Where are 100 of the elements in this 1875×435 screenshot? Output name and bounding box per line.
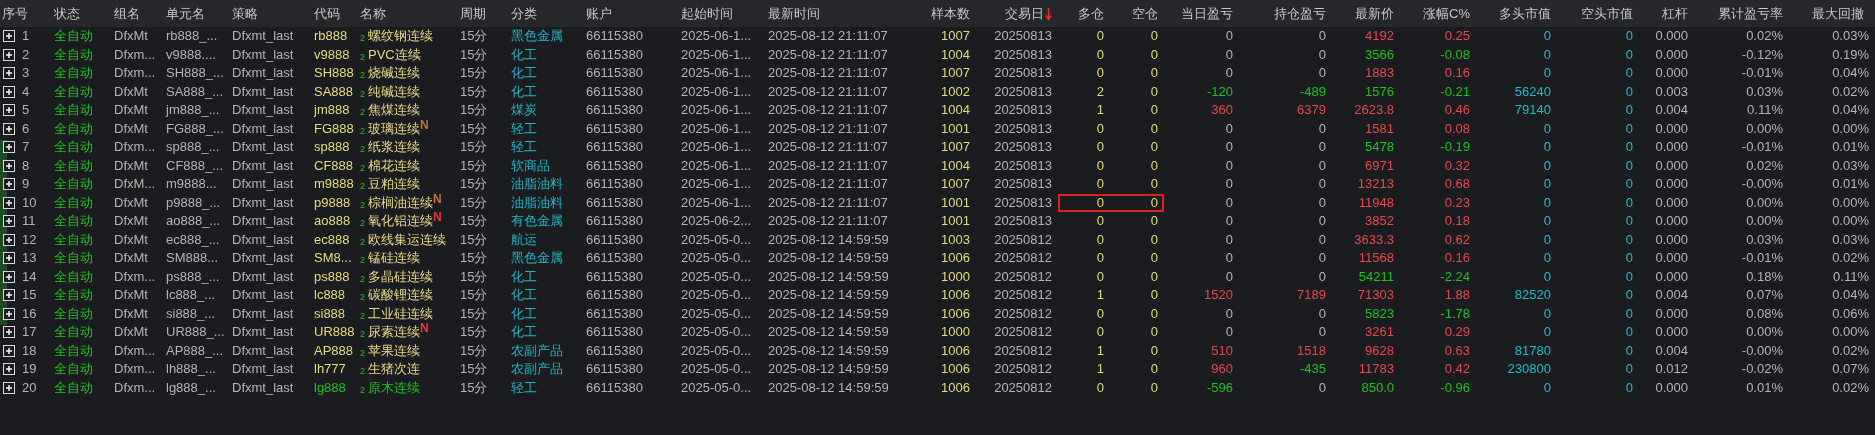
table-cell-text: DfxMt	[113, 230, 149, 249]
table-cell-text: 0.19%	[1831, 45, 1869, 64]
table-cell-text: 0	[1624, 156, 1634, 175]
plus-box-icon[interactable]	[3, 122, 15, 135]
plus-box-icon[interactable]	[3, 85, 15, 98]
column-header[interactable]: 序号	[2, 0, 28, 27]
table-cell-text: 0	[1624, 341, 1634, 360]
plus-box-icon[interactable]	[3, 289, 15, 302]
column-header[interactable]: 杠杆	[1662, 0, 1688, 27]
table-cell-text: 0	[1095, 230, 1105, 249]
column-header[interactable]: 代码	[314, 0, 340, 27]
plus-box-icon[interactable]	[3, 48, 15, 61]
table-cell-text: Dfxm...	[113, 267, 157, 286]
table-cell-text: 20250813	[993, 64, 1053, 82]
column-header[interactable]: 状态	[54, 0, 80, 27]
plus-box-icon[interactable]	[3, 381, 15, 394]
table-cell-text: 6971	[1364, 156, 1395, 175]
table-cell-text: 0	[1624, 212, 1634, 230]
column-header[interactable]: 名称	[360, 0, 386, 27]
table-cell-text: 2025-08-12 14:59:59	[767, 378, 890, 397]
column-header[interactable]: 起始时间	[681, 0, 733, 27]
plus-box-icon[interactable]	[3, 233, 15, 246]
table-cell-text: 0	[1624, 101, 1634, 119]
table-cell-text: ps888_...	[165, 267, 221, 286]
column-header[interactable]: 交易日	[1005, 0, 1044, 27]
table-cell: 原木连续	[368, 378, 420, 397]
table-cell: PVC连续	[368, 45, 421, 64]
plus-box-icon[interactable]	[3, 307, 15, 320]
table-cell-text: Dfxmt_last	[231, 230, 295, 249]
table-cell-text: 0	[1624, 138, 1634, 156]
table-cell-text: -0.01%	[1740, 64, 1784, 82]
column-header[interactable]: 最大回撤	[1812, 0, 1864, 27]
column-header[interactable]: 最新价	[1355, 0, 1394, 27]
table-cell-text: 烧碱连续	[368, 64, 420, 82]
column-header[interactable]: 分类	[511, 0, 537, 27]
table-cell-text: 13	[22, 249, 37, 267]
subscript-tag: 2	[360, 34, 365, 44]
table-cell-text: Dfxmt_last	[231, 27, 295, 45]
table-cell-text: 2025-06-1...	[680, 193, 753, 212]
table-cell-text: DfxMt	[113, 119, 149, 138]
column-header[interactable]: 周期	[460, 0, 486, 27]
table-cell-text: 0	[1149, 360, 1159, 378]
plus-box-icon[interactable]	[3, 159, 15, 172]
table-cell-text: 15分	[459, 45, 489, 64]
column-header[interactable]: 空仓	[1132, 0, 1158, 27]
table-cell-text: Dfxm...	[113, 378, 157, 397]
plus-box-icon[interactable]	[3, 344, 15, 357]
table-cell-text: 0.000	[1654, 323, 1689, 341]
plus-box-icon[interactable]	[3, 141, 15, 154]
column-header[interactable]: 策略	[232, 0, 258, 27]
table-cell-text: 81780	[1513, 341, 1552, 360]
plus-box-icon[interactable]	[3, 30, 15, 43]
column-header[interactable]: 最新时间	[768, 0, 820, 27]
table-cell-text: 11783	[1357, 360, 1395, 378]
flag-marker: N	[420, 119, 429, 131]
table-cell-text: SM8...	[313, 249, 353, 267]
table-cell-text: 0	[1542, 138, 1552, 156]
table-cell-text: 0	[1317, 27, 1327, 45]
column-header[interactable]: 多仓	[1078, 0, 1104, 27]
column-header[interactable]: 当日盈亏	[1181, 0, 1233, 27]
table-cell-text: 230800	[1506, 360, 1552, 378]
table-cell-text: 360	[1210, 101, 1234, 119]
table-cell-text: 0.00%	[1831, 323, 1869, 341]
table-cell-text: 0	[1317, 267, 1327, 286]
table-cell-text: 0.07%	[1745, 286, 1784, 304]
table-cell-text: 0.00%	[1831, 212, 1869, 230]
plus-box-icon[interactable]	[3, 104, 15, 117]
table-cell-text: 66115380	[585, 212, 644, 230]
table-cell-text: 0	[1224, 323, 1234, 341]
table-cell-text: 1006	[940, 360, 971, 378]
table-cell-text: 1001	[940, 212, 971, 230]
table-cell-text: 1883	[1364, 64, 1395, 82]
plus-box-icon[interactable]	[3, 67, 15, 80]
plus-box-icon[interactable]	[3, 326, 15, 339]
table-cell: 棕榈油连续	[368, 193, 433, 212]
column-header[interactable]: 累计盈亏率	[1718, 0, 1783, 27]
table-cell-text: 化工	[510, 45, 538, 64]
table-cell: 欧线集运连续	[368, 230, 446, 249]
plus-box-icon[interactable]	[3, 196, 15, 209]
plus-box-icon[interactable]	[3, 363, 15, 376]
column-header[interactable]: 样本数	[931, 0, 970, 27]
column-header[interactable]: 涨幅C%	[1423, 0, 1470, 27]
plus-box-icon[interactable]	[3, 215, 15, 228]
table-cell-text: 0	[1624, 304, 1634, 323]
column-header[interactable]: 空头市值	[1581, 0, 1633, 27]
table-cell-text: 0	[1317, 378, 1327, 397]
column-header[interactable]: 组名	[114, 0, 140, 27]
plus-box-icon[interactable]	[3, 270, 15, 283]
plus-box-icon[interactable]	[3, 178, 15, 191]
column-header[interactable]: 单元名	[166, 0, 205, 27]
table-cell-text: 0	[1095, 27, 1105, 45]
table-cell-text: p9888	[313, 193, 352, 212]
table-cell-text: Dfxm...	[113, 64, 157, 82]
plus-box-icon[interactable]	[3, 252, 15, 265]
column-header[interactable]: 多头市值	[1499, 0, 1551, 27]
table-cell-text: 0	[1542, 119, 1552, 138]
table-cell-text: 0.03%	[1745, 82, 1784, 101]
table-cell-text: SM888...	[165, 249, 220, 267]
column-header[interactable]: 持仓盈亏	[1274, 0, 1326, 27]
column-header[interactable]: 账户	[586, 0, 612, 27]
